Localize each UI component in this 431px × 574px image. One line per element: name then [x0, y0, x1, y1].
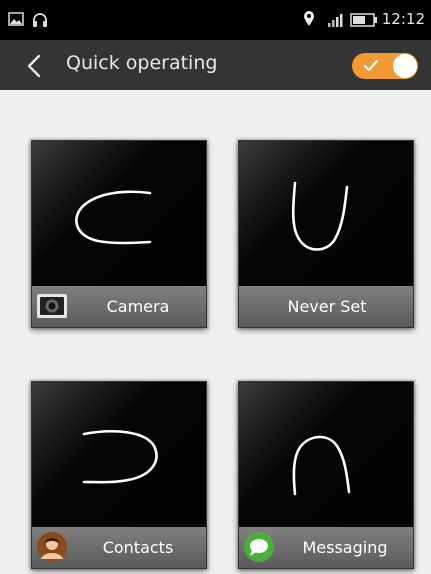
- gesture-app-label: Contacts: [102, 538, 174, 557]
- toggle-knob: [393, 54, 417, 78]
- battery-icon: [350, 13, 377, 27]
- headset-icon: [33, 13, 47, 27]
- page-title: Quick operating: [66, 52, 218, 74]
- gesture-card-camera[interactable]: Camera: [31, 140, 207, 328]
- gesture-label-bar: Never Set: [239, 286, 413, 327]
- image-icon: [8, 12, 24, 26]
- gesture-app-label: Messaging: [302, 538, 388, 557]
- gesture-label-bar: Contacts: [32, 527, 206, 568]
- gesture-card-messaging[interactable]: Messaging: [238, 381, 414, 569]
- status-time: 12:12: [381, 10, 425, 28]
- contacts-avatar-icon: [37, 532, 67, 562]
- gesture-app-label: Never Set: [287, 297, 367, 316]
- gesture-label-bar: Camera: [32, 286, 206, 327]
- gesture-card-never-set[interactable]: Never Set: [238, 140, 414, 328]
- gesture-reversed-c-shape: [82, 430, 158, 484]
- gesture-u-shape: [291, 181, 349, 251]
- gesture-grid: Camera Never Set Contacts Messaging: [0, 90, 431, 574]
- signal-icon: [328, 14, 343, 27]
- feature-toggle[interactable]: [352, 53, 418, 79]
- app-bar: Quick operating: [0, 40, 431, 90]
- gesture-app-label: Camera: [106, 297, 170, 316]
- location-icon: [304, 11, 314, 26]
- gesture-label-bar: Messaging: [239, 527, 413, 568]
- messaging-icon: [244, 532, 274, 562]
- checkmark-icon: [363, 59, 379, 72]
- back-chevron-icon[interactable]: [24, 53, 46, 79]
- gesture-card-contacts[interactable]: Contacts: [31, 381, 207, 569]
- gesture-c-shape: [75, 190, 152, 245]
- camera-icon: [37, 294, 67, 318]
- gesture-n-shape: [292, 435, 351, 496]
- status-bar: 12:12: [0, 0, 431, 40]
